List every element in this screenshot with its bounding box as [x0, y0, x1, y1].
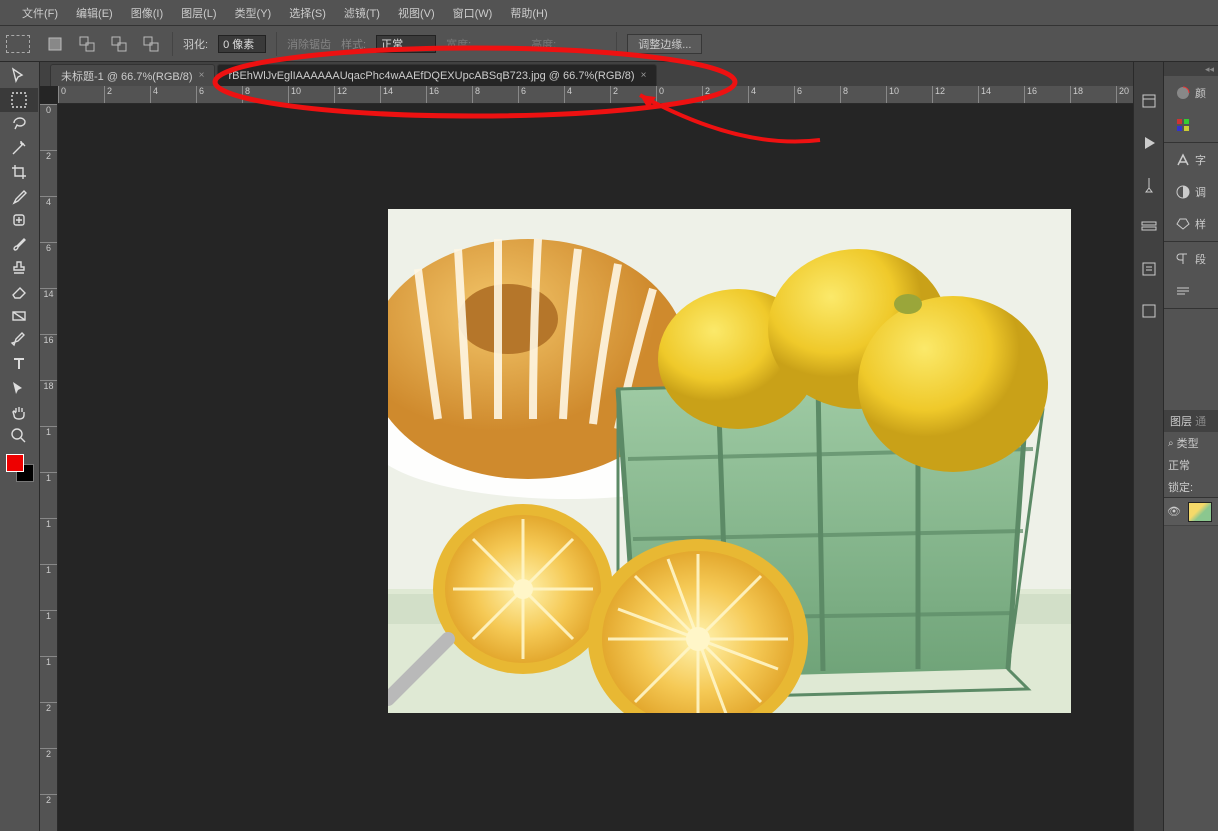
tab-strip: 未标题-1 @ 66.7%(RGB/8)× rBEhWlJvEglIAAAAAA… [40, 62, 1133, 86]
document-tab-2[interactable]: rBEhWlJvEglIAAAAAAUqacPhc4wAAEfDQEXUpcAB… [217, 64, 657, 86]
tool-eyedropper[interactable] [0, 184, 38, 208]
tool-preview[interactable] [6, 35, 30, 53]
layers-tab[interactable]: 图层 [1170, 413, 1192, 429]
layers-panel: 图层 通 ⌕ 类型 正常 锁定: 👁 [1163, 410, 1218, 810]
paragraph-panel-icon[interactable] [1140, 260, 1158, 278]
feather-label: 羽化: [183, 36, 208, 52]
fg-swatch[interactable] [6, 454, 24, 472]
menu-window[interactable]: 窗口(W) [445, 2, 501, 24]
menu-select[interactable]: 选择(S) [281, 2, 334, 24]
visibility-icon[interactable]: 👁 [1164, 505, 1184, 518]
document-tab-1[interactable]: 未标题-1 @ 66.7%(RGB/8)× [50, 64, 215, 86]
menu-filter[interactable]: 滤镜(T) [336, 2, 388, 24]
lock-label: 锁定: [1168, 479, 1193, 495]
select-subtract-icon[interactable] [108, 33, 130, 55]
select-intersect-icon[interactable] [140, 33, 162, 55]
menu-image[interactable]: 图像(I) [123, 2, 171, 24]
play-icon[interactable] [1140, 134, 1158, 152]
tool-brush[interactable] [0, 232, 38, 256]
canvas-zone[interactable] [58, 104, 1133, 831]
right-icon-strip [1133, 62, 1163, 831]
document-area: 未标题-1 @ 66.7%(RGB/8)× rBEhWlJvEglIAAAAAA… [40, 62, 1133, 831]
menu-bar: 文件(F) 编辑(E) 图像(I) 图层(L) 类型(Y) 选择(S) 滤镜(T… [0, 0, 1218, 26]
menu-edit[interactable]: 编辑(E) [68, 2, 121, 24]
styles-panel-icon[interactable]: 样 [1171, 213, 1211, 235]
toolbox [0, 62, 40, 831]
tool-type[interactable] [0, 352, 38, 376]
layer-thumbnail [1188, 502, 1212, 522]
tool-gradient[interactable] [0, 304, 38, 328]
tool-stamp[interactable] [0, 256, 38, 280]
nav-panel-icon[interactable] [1171, 280, 1211, 302]
options-bar: 羽化: 消除锯齿 样式: 正常 宽度: 高度: 调整边缘... [0, 26, 1218, 62]
brush-panel-icon[interactable] [1140, 176, 1158, 194]
menu-help[interactable]: 帮助(H) [502, 2, 555, 24]
tool-zoom[interactable] [0, 424, 38, 448]
ruler-horizontal[interactable]: 02468101214168642024681012141618202224 [58, 86, 1133, 104]
swatches-panel-icon[interactable] [1171, 114, 1211, 136]
tool-move[interactable] [0, 64, 38, 88]
char-panel-icon[interactable]: 字 [1171, 149, 1211, 171]
tool-crop[interactable] [0, 160, 38, 184]
color-panel-icon[interactable]: 颜 [1171, 82, 1211, 104]
clone-panel-icon[interactable] [1140, 218, 1158, 236]
width-label: 宽度: [446, 36, 471, 52]
style-label: 样式: [341, 36, 366, 52]
menu-view[interactable]: 视图(V) [390, 2, 443, 24]
ruler-vertical[interactable]: 0246141618111111222 [40, 104, 58, 831]
height-label: 高度: [531, 36, 556, 52]
adjust-panel-icon[interactable]: 调 [1171, 181, 1211, 203]
layer-filter-kind[interactable]: 类型 [1177, 435, 1199, 451]
menu-file[interactable]: 文件(F) [14, 2, 66, 24]
color-swatches[interactable] [6, 454, 34, 482]
blend-mode-select[interactable]: 正常 [1168, 457, 1190, 473]
tool-wand[interactable] [0, 136, 38, 160]
canvas-image [388, 209, 1071, 713]
tool-hand[interactable] [0, 400, 38, 424]
info-panel-icon[interactable] [1140, 302, 1158, 320]
tool-pen[interactable] [0, 328, 38, 352]
history-icon[interactable] [1140, 92, 1158, 110]
panel-collapse[interactable]: ◂◂ [1164, 62, 1218, 76]
layer-row[interactable]: 👁 [1164, 498, 1218, 526]
menu-layer[interactable]: 图层(L) [173, 2, 224, 24]
channels-tab[interactable]: 通 [1195, 413, 1206, 429]
menu-type[interactable]: 类型(Y) [227, 2, 280, 24]
tool-lasso[interactable] [0, 112, 38, 136]
tool-heal[interactable] [0, 208, 38, 232]
close-icon[interactable]: × [199, 70, 205, 81]
tool-path[interactable] [0, 376, 38, 400]
refine-edge-button[interactable]: 调整边缘... [627, 34, 702, 54]
antialias-label: 消除锯齿 [287, 36, 331, 52]
feather-input[interactable] [218, 35, 266, 53]
close-icon[interactable]: × [641, 70, 647, 81]
tool-marquee[interactable] [0, 88, 38, 112]
para-panel-icon[interactable]: 段 [1171, 248, 1211, 270]
select-add-icon[interactable] [76, 33, 98, 55]
select-new-icon[interactable] [44, 33, 66, 55]
tool-eraser[interactable] [0, 280, 38, 304]
style-select[interactable]: 正常 [376, 35, 436, 53]
